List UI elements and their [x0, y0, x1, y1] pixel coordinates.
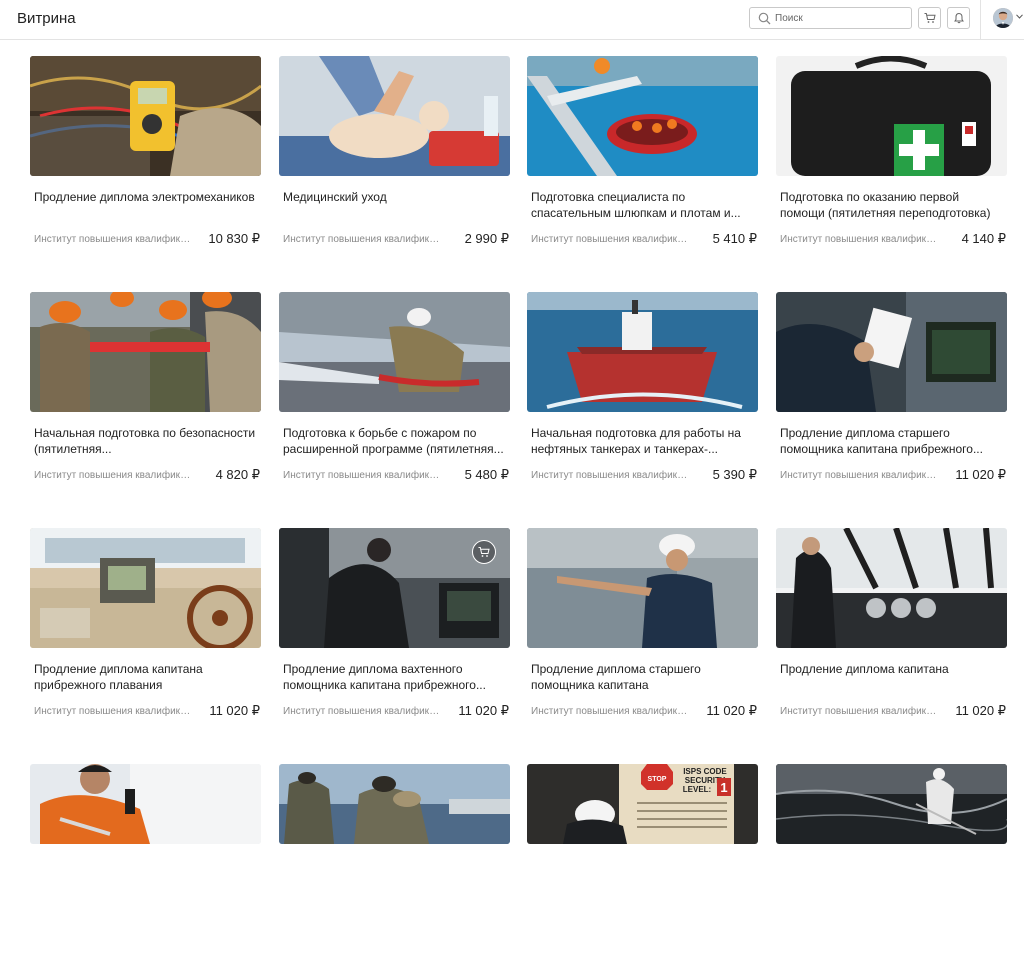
page-title: Витрина — [17, 10, 76, 27]
product-vendor: Институт повышения квалификац... — [283, 706, 443, 717]
product-image[interactable]: STOP ISPS CODE SECURITY LEVEL: 1 — [527, 764, 758, 844]
sign-stop-text: STOP — [648, 776, 667, 783]
product-vendor: Институт повышения квалификац... — [780, 470, 940, 481]
product-card[interactable]: Продление диплома вахтенного помощника к… — [279, 528, 510, 728]
search-box[interactable] — [749, 7, 912, 29]
product-price: 5 480 ₽ — [464, 467, 509, 482]
product-vendor: Институт повышения квалификац... — [34, 470, 194, 481]
product-card[interactable]: Подготовка специалиста по спасательным ш… — [527, 56, 758, 256]
sign-level-number: 1 — [720, 780, 727, 795]
product-price: 4 820 ₽ — [215, 467, 260, 482]
product-price: 2 990 ₽ — [464, 231, 509, 246]
product-image[interactable] — [30, 292, 261, 412]
product-image[interactable] — [776, 764, 1007, 844]
product-price: 10 830 ₽ — [208, 231, 260, 246]
product-vendor: Институт повышения квалификац... — [780, 234, 940, 245]
product-price: 5 390 ₽ — [712, 467, 757, 482]
sign-level-text: LEVEL: — [683, 785, 711, 794]
product-price: 11 020 ₽ — [209, 703, 260, 718]
product-image[interactable] — [30, 528, 261, 648]
product-image[interactable] — [527, 528, 758, 648]
user-avatar[interactable] — [993, 8, 1013, 28]
product-title[interactable]: Продление диплома электромехаников — [34, 189, 256, 205]
product-image[interactable] — [279, 764, 510, 844]
notifications-button[interactable] — [947, 7, 970, 29]
product-title[interactable]: Медицинский уход — [283, 189, 505, 205]
product-price: 4 140 ₽ — [961, 231, 1006, 246]
product-image[interactable] — [30, 764, 261, 844]
product-price: 11 020 ₽ — [955, 703, 1006, 718]
cart-icon — [924, 13, 936, 23]
product-vendor: Институт повышения квалификац... — [531, 470, 691, 481]
product-image[interactable] — [30, 56, 261, 176]
product-price: 11 020 ₽ — [955, 467, 1006, 482]
product-title[interactable]: Подготовка к борьбе с пожаром по расшире… — [283, 425, 505, 457]
product-card[interactable]: Начальная подготовка по безопасности (пя… — [30, 292, 261, 492]
product-vendor: Институт повышения квалификац... — [531, 234, 691, 245]
search-input[interactable] — [775, 9, 905, 27]
product-title[interactable]: Продление диплома капитана — [780, 661, 1002, 677]
product-card[interactable]: Продление диплома электромехаников Инстит… — [30, 56, 261, 256]
product-vendor: Институт повышения квалификац... — [283, 470, 443, 481]
product-card[interactable] — [279, 764, 510, 964]
product-vendor: Институт повышения квалификац... — [531, 706, 691, 717]
product-price: 5 410 ₽ — [712, 231, 757, 246]
product-vendor: Институт повышения квалификац... — [283, 234, 443, 245]
product-card[interactable]: Продление диплома капитана прибрежного п… — [30, 528, 261, 728]
product-title[interactable]: Подготовка специалиста по спасательным ш… — [531, 189, 753, 221]
product-vendor: Институт повышения квалификац... — [34, 234, 194, 245]
product-title[interactable]: Продление диплома старшего помощника кап… — [531, 661, 753, 693]
search-icon — [758, 12, 771, 25]
product-card[interactable]: Продление диплома старшего помощника кап… — [527, 528, 758, 728]
product-card[interactable]: Продление диплома капитана Институт повыш… — [776, 528, 1007, 728]
product-image[interactable] — [776, 56, 1007, 176]
product-price: 11 020 ₽ — [706, 703, 757, 718]
header-divider — [980, 0, 981, 40]
product-title[interactable]: Начальная подготовка по безопасности (пя… — [34, 425, 256, 457]
product-image[interactable] — [279, 292, 510, 412]
product-image[interactable] — [279, 56, 510, 176]
product-title[interactable]: Подготовка по оказанию первой помощи (пя… — [780, 189, 1002, 221]
product-title[interactable]: Продление диплома вахтенного помощника к… — [283, 661, 505, 693]
top-bar: Витрина — [0, 0, 1024, 40]
product-vendor: Институт повышения квалификац... — [34, 706, 194, 717]
product-image[interactable] — [527, 292, 758, 412]
product-price: 11 020 ₽ — [458, 703, 509, 718]
sign-title-text: ISPS CODE — [683, 767, 727, 776]
chevron-down-icon[interactable] — [1016, 14, 1023, 19]
product-image[interactable] — [776, 528, 1007, 648]
product-card[interactable]: STOP ISPS CODE SECURITY LEVEL: 1 — [527, 764, 758, 964]
cart-button[interactable] — [918, 7, 941, 29]
cart-icon — [478, 547, 490, 557]
product-image[interactable] — [527, 56, 758, 176]
product-title[interactable]: Начальная подготовка для работы на нефтя… — [531, 425, 753, 457]
bell-icon — [954, 12, 964, 24]
product-card[interactable] — [30, 764, 261, 964]
product-title[interactable]: Продление диплома капитана прибрежного п… — [34, 661, 256, 693]
add-to-cart-button[interactable] — [472, 540, 496, 564]
product-card[interactable]: Начальная подготовка для работы на нефтя… — [527, 292, 758, 492]
product-card[interactable] — [776, 764, 1007, 964]
product-card[interactable]: Медицинский уход Институт повышения квали… — [279, 56, 510, 256]
product-title[interactable]: Продление диплома старшего помощника кап… — [780, 425, 1002, 457]
product-vendor: Институт повышения квалификац... — [780, 706, 940, 717]
product-card[interactable]: Подготовка по оказанию первой помощи (пя… — [776, 56, 1007, 256]
product-card[interactable]: Подготовка к борьбе с пожаром по расшире… — [279, 292, 510, 492]
product-card[interactable]: Продление диплома старшего помощника кап… — [776, 292, 1007, 492]
product-image[interactable] — [776, 292, 1007, 412]
